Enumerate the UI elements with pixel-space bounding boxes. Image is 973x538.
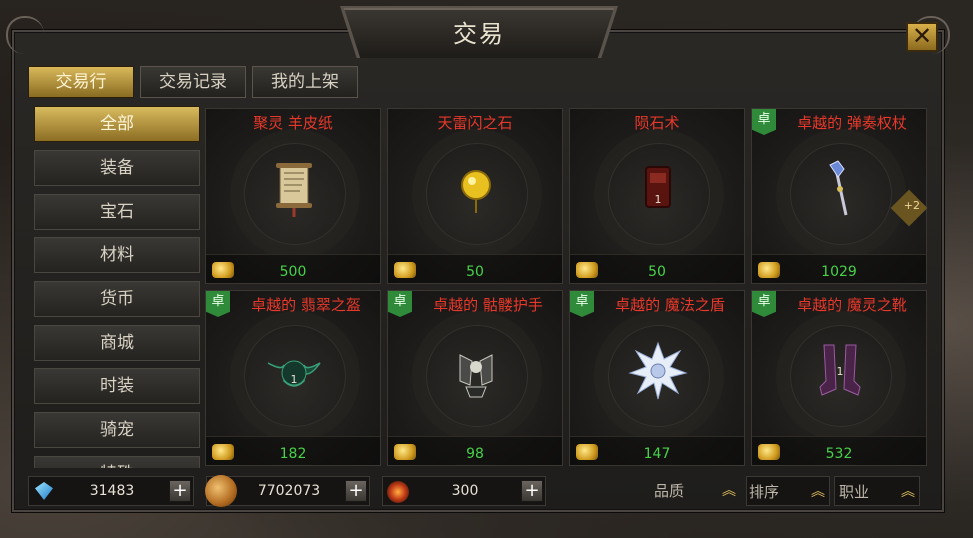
currency-value: 31483 <box>89 483 135 499</box>
tab-trade-history[interactable]: 交易记录 <box>140 66 246 98</box>
item-name: 卓越的 魔法之盾 <box>615 296 725 314</box>
category-materials[interactable]: 材料 <box>34 237 200 273</box>
category-equipment[interactable]: 装备 <box>34 150 200 186</box>
gold-ingot-icon <box>576 262 598 278</box>
filter-label: 排序 <box>749 483 780 501</box>
filter-label: 品质 <box>654 482 685 500</box>
currency-badge: 300 + <box>382 476 546 506</box>
listing-card[interactable]: 卓 卓越的 弹奏权杖 +2 1029 <box>751 108 928 284</box>
currency-gold: 7702073 + <box>205 475 370 507</box>
item-name: 卓越的 翡翠之盔 <box>251 296 361 314</box>
item-price: 98 <box>466 446 484 462</box>
category-fashion[interactable]: 时装 <box>34 368 200 404</box>
listing-card[interactable]: 天雷闪之石 50 <box>387 108 563 284</box>
listing-card[interactable]: 卓 卓越的 骷髅护手 98 <box>387 290 563 466</box>
gold-ingot-icon <box>758 444 780 460</box>
spellbook-icon: 1 <box>645 166 671 208</box>
enhance-level: +2 <box>903 199 920 212</box>
category-mall[interactable]: 商城 <box>34 325 200 361</box>
diamond-icon <box>35 482 53 500</box>
item-name: 陨石术 <box>634 114 680 132</box>
item-count: 1 <box>837 365 844 378</box>
tab-trade-market[interactable]: 交易行 <box>28 66 134 98</box>
gold-ingot-icon <box>212 444 234 460</box>
helmet-icon: 1 <box>267 360 321 387</box>
currency-value: 300 <box>451 483 479 499</box>
category-all[interactable]: 全部 <box>34 106 200 142</box>
listing-card[interactable]: 卓 卓越的 魔灵之靴 1 532 <box>751 290 927 466</box>
category-mounts-pets[interactable]: 骑宠 <box>34 412 200 448</box>
close-button[interactable]: ✕ <box>906 22 938 52</box>
category-list[interactable]: 全部 装备 宝石 材料 货币 商城 时装 骑宠 特殊 <box>34 104 200 468</box>
chevron-up-icon: ︽ <box>811 484 825 500</box>
excellent-badge: 卓 <box>752 109 776 135</box>
item-name: 卓越的 魔灵之靴 <box>797 296 907 314</box>
excellent-badge: 卓 <box>206 291 230 317</box>
chevron-up-icon: ︽ <box>901 484 915 500</box>
listing-card[interactable]: 陨石术 1 50 <box>569 108 745 284</box>
item-price: 50 <box>466 264 484 280</box>
window-title: 交易 <box>453 20 505 48</box>
item-name: 卓越的 弹奏权杖 <box>797 114 907 132</box>
item-name: 天雷闪之石 <box>437 114 513 132</box>
gauntlets-icon <box>459 354 493 398</box>
item-name: 卓越的 骷髅护手 <box>433 296 543 314</box>
scroll-icon <box>276 163 312 217</box>
item-price: 50 <box>648 264 666 280</box>
lightning-stone-icon <box>461 170 491 213</box>
add-diamond-button[interactable]: + <box>169 480 191 502</box>
excellent-badge: 卓 <box>752 291 776 317</box>
gold-ingot-icon <box>212 262 234 278</box>
listing-card[interactable]: 卓 卓越的 魔法之盾 147 <box>569 290 745 466</box>
category-currency[interactable]: 货币 <box>34 281 200 317</box>
scepter-icon <box>829 160 848 216</box>
gold-ingot-icon <box>758 262 780 278</box>
currency-diamond: 31483 + <box>28 476 194 506</box>
item-price: 182 <box>279 446 307 462</box>
category-gems[interactable]: 宝石 <box>34 194 200 230</box>
add-badge-button[interactable]: + <box>521 480 543 502</box>
filter-class[interactable]: 职业 ︽ <box>834 476 920 506</box>
listing-card[interactable]: 卓 卓越的 翡翠之盔 1 182 <box>205 290 381 466</box>
item-price: 500 <box>279 264 307 280</box>
gold-ingot-icon <box>576 444 598 460</box>
item-count: 1 <box>655 193 662 206</box>
excellent-badge: 卓 <box>570 291 594 317</box>
currency-value: 7702073 <box>257 483 321 499</box>
boots-icon: 1 <box>819 344 861 396</box>
chevron-up-icon: ︽ <box>722 483 736 499</box>
ornament-top-left <box>6 16 44 54</box>
shield-icon <box>628 341 688 400</box>
badge-icon <box>387 481 409 503</box>
excellent-badge: 卓 <box>388 291 412 317</box>
item-name: 聚灵 羊皮纸 <box>253 114 333 132</box>
gold-ingot-icon <box>394 262 416 278</box>
filter-sort[interactable]: 排序 ︽ <box>746 476 830 506</box>
filter-label: 职业 <box>839 483 870 501</box>
tab-my-listings[interactable]: 我的上架 <box>252 66 358 98</box>
filter-quality[interactable]: 品质 ︽ <box>654 476 740 506</box>
close-icon: ✕ <box>911 22 933 50</box>
item-price: 147 <box>643 446 671 462</box>
category-special[interactable]: 特殊 <box>34 456 200 468</box>
item-count: 1 <box>291 373 298 386</box>
gold-ingot-icon <box>394 444 416 460</box>
gold-coin-icon <box>205 475 237 507</box>
add-gold-button[interactable]: + <box>345 480 367 502</box>
listing-card[interactable]: 聚灵 羊皮纸 500 <box>205 108 381 284</box>
item-price: 1029 <box>821 264 857 280</box>
item-price: 532 <box>825 446 853 462</box>
